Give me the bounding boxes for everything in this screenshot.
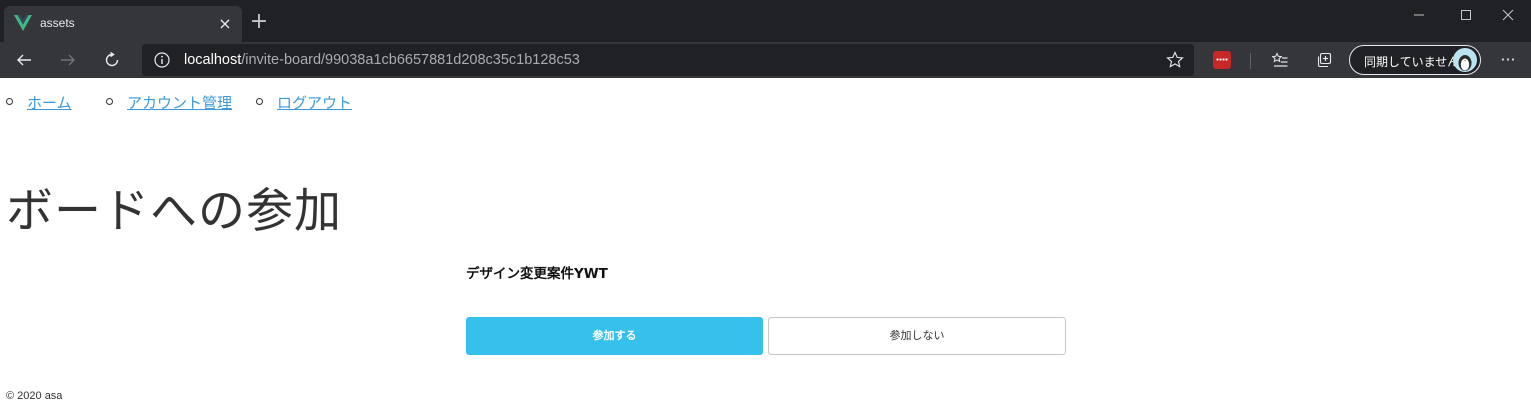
tab-title: assets [40,16,75,30]
tab-close-icon[interactable]: × [216,15,234,33]
favorite-star-icon[interactable] [1166,51,1184,69]
forward-arrow-icon[interactable] [54,46,82,74]
favorites-list-icon[interactable] [1266,46,1294,74]
nav-bullet [256,98,263,105]
profile-sync-button[interactable]: 同期していません [1349,45,1481,75]
url-path: /invite-board/99038a1cb6657881d208c35c1b… [241,52,580,68]
refresh-icon[interactable] [98,46,126,74]
nav-link-account[interactable]: アカウント管理 [127,92,232,113]
close-window-icon[interactable] [1485,0,1531,30]
maximize-icon[interactable] [1443,0,1489,30]
browser-toolbar: localhost/invite-board/99038a1cb6657881d… [0,42,1531,78]
site-nav: ホーム アカウント管理 ログアウト [0,90,700,114]
join-button[interactable]: 参加する [466,317,763,355]
board-name: デザイン変更案件YWT [466,266,608,282]
profile-sync-label: 同期していません [1364,55,1460,69]
nav-bullet [106,98,113,105]
site-info-icon[interactable] [154,52,170,68]
browser-titlebar: assets × + [0,0,1531,42]
url-text[interactable]: localhost/invite-board/99038a1cb6657881d… [184,52,580,68]
url-host: localhost [184,52,242,68]
address-bar[interactable]: localhost/invite-board/99038a1cb6657881d… [142,44,1194,76]
new-tab-icon[interactable]: + [248,11,270,33]
toolbar-divider [1250,53,1251,69]
nav-link-home[interactable]: ホーム [27,92,72,113]
nav-bullet [6,98,13,105]
extension-icon[interactable] [1213,51,1231,69]
page-title: ボードへの参加 [6,184,342,239]
more-options-icon[interactable]: ··· [1494,46,1522,74]
nav-link-logout[interactable]: ログアウト [277,92,352,113]
decline-button[interactable]: 参加しない [768,317,1066,355]
vue-logo-icon [14,15,32,31]
browser-tab[interactable]: assets × [4,6,242,42]
collections-icon[interactable] [1310,46,1338,74]
footer-copyright: © 2020 asa [6,390,63,402]
avatar [1453,48,1477,72]
back-arrow-icon[interactable] [10,46,38,74]
minimize-icon[interactable] [1396,0,1442,30]
